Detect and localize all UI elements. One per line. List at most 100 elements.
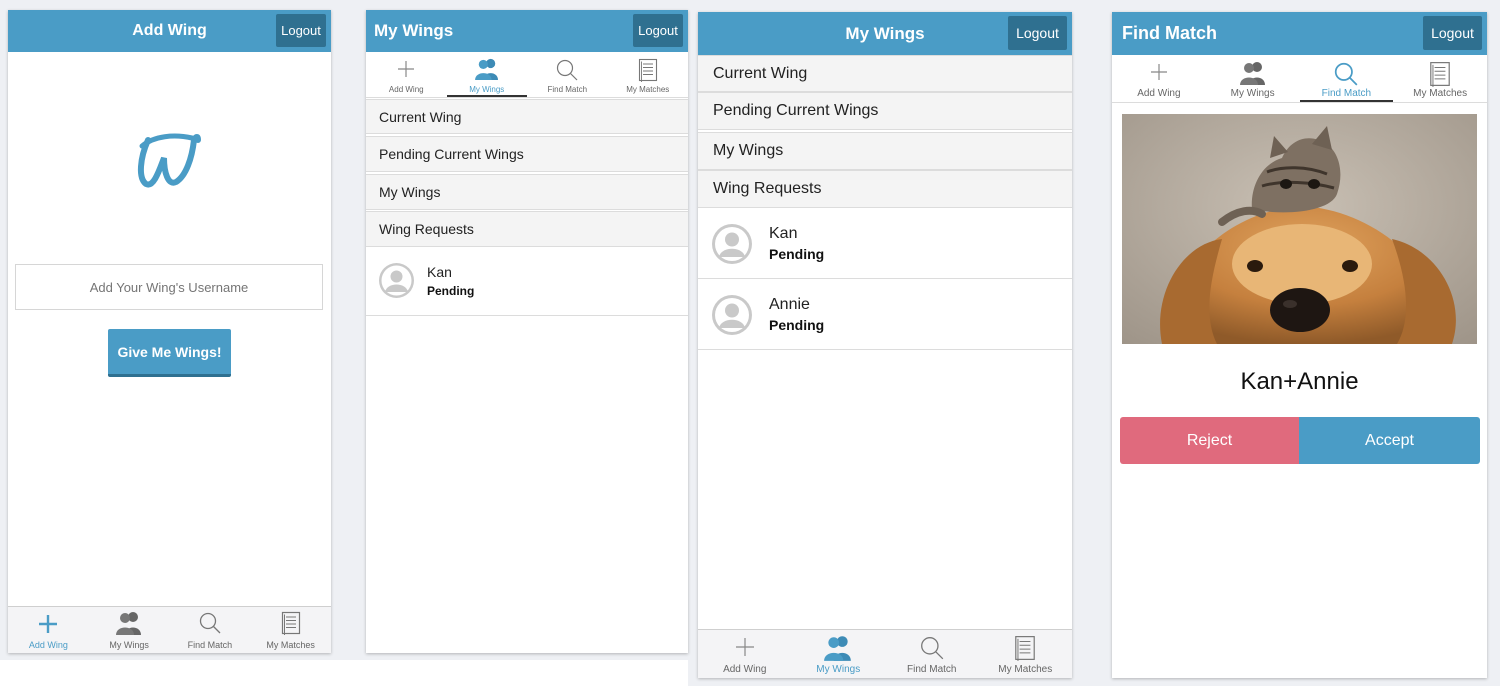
tab-find-match[interactable]: Find Match bbox=[1299, 55, 1394, 102]
plus-icon bbox=[398, 61, 415, 77]
wing-name: Kan bbox=[427, 264, 452, 280]
tab-my-matches[interactable]: My Matches bbox=[608, 52, 689, 97]
section-wing-requests[interactable]: Wing Requests bbox=[366, 211, 688, 247]
tab-label: My Wings bbox=[816, 664, 861, 675]
section-my-wings[interactable]: My Wings bbox=[366, 174, 688, 210]
tab-find-match[interactable]: Find Match bbox=[170, 607, 251, 653]
list-item[interactable]: Kan Pending bbox=[698, 208, 1072, 279]
tab-label: Find Match bbox=[907, 664, 957, 675]
tab-label: Find Match bbox=[1321, 88, 1372, 99]
tab-find-match[interactable]: Find Match bbox=[527, 52, 608, 97]
tab-label: My Wings bbox=[469, 85, 505, 94]
my-wings-screen: My Wings Logout Add Wing My Wings Find M… bbox=[366, 10, 688, 653]
app-header: Find Match Logout bbox=[1112, 12, 1487, 55]
magnifier-icon bbox=[1335, 62, 1358, 86]
tab-label: My Matches bbox=[266, 640, 315, 650]
status-badge: Pending bbox=[427, 284, 475, 298]
tab-label: My Wings bbox=[109, 640, 149, 650]
tab-my-wings[interactable]: My Wings bbox=[1206, 55, 1300, 102]
section-label: Wing Requests bbox=[379, 221, 474, 237]
tab-add-wing[interactable]: Add Wing bbox=[366, 52, 447, 97]
give-me-wings-button[interactable]: Give Me Wings! bbox=[108, 329, 231, 377]
section-label: Current Wing bbox=[379, 108, 462, 125]
section-label: Pending Current Wings bbox=[379, 146, 524, 162]
bottom-tab-bar: Add Wing My Wings Find Match My Matches bbox=[698, 629, 1072, 678]
tab-label: My Wings bbox=[1230, 88, 1275, 99]
logout-button[interactable]: Logout bbox=[1423, 16, 1482, 50]
tab-label: My Matches bbox=[626, 85, 670, 94]
page-title: Find Match bbox=[1122, 23, 1217, 43]
tab-label: Add Wing bbox=[388, 85, 424, 94]
top-tab-bar: Add Wing My Wings Find Match My Matches bbox=[366, 52, 688, 98]
people-icon bbox=[824, 636, 852, 661]
add-wing-screen: Add Wing Logout Give Me Wings! Add Wing … bbox=[8, 10, 331, 653]
logout-button[interactable]: Logout bbox=[1008, 16, 1067, 50]
app-header: My Wings Logout bbox=[366, 10, 688, 52]
list-item[interactable]: Kan Pending bbox=[366, 247, 688, 316]
tab-my-wings[interactable]: My Wings bbox=[89, 607, 170, 653]
tab-my-wings[interactable]: My Wings bbox=[446, 52, 527, 97]
app-header: My Wings Logout bbox=[698, 12, 1072, 55]
section-label: Pending Current Wings bbox=[713, 102, 879, 119]
logout-button[interactable]: Logout bbox=[633, 14, 683, 47]
section-current-wing[interactable]: Current Wing bbox=[366, 99, 688, 134]
bottom-tab-bar: Add Wing My Wings Find Match My Matches bbox=[8, 606, 331, 653]
section-pending-current-wings[interactable]: Pending Current Wings bbox=[366, 136, 688, 172]
username-input[interactable] bbox=[15, 264, 323, 310]
document-icon bbox=[281, 611, 300, 635]
section-current-wing[interactable]: Current Wing bbox=[698, 55, 1072, 92]
tab-add-wing[interactable]: Add Wing bbox=[8, 607, 89, 653]
section-label: Current Wing bbox=[713, 64, 808, 82]
plus-icon bbox=[735, 638, 754, 656]
avatar bbox=[379, 263, 414, 298]
plus-icon bbox=[1150, 64, 1167, 80]
accept-button[interactable]: Accept bbox=[1299, 417, 1480, 464]
people-icon bbox=[1239, 62, 1265, 85]
match-photo bbox=[1122, 114, 1477, 344]
section-my-wings[interactable]: My Wings bbox=[698, 132, 1072, 170]
document-icon bbox=[638, 58, 657, 82]
tab-label: Add Wing bbox=[28, 640, 68, 650]
section-label: My Wings bbox=[713, 142, 784, 159]
tab-label: Add Wing bbox=[723, 664, 767, 675]
tab-add-wing[interactable]: Add Wing bbox=[1112, 55, 1206, 102]
tab-label: My Matches bbox=[1413, 88, 1468, 99]
tab-add-wing[interactable]: Add Wing bbox=[698, 630, 792, 678]
find-match-screen: Find Match Logout Add Wing My Wings Find… bbox=[1112, 12, 1487, 678]
avatar bbox=[712, 224, 752, 264]
section-label: My Wings bbox=[379, 184, 441, 200]
section-pending-current-wings[interactable]: Pending Current Wings bbox=[698, 92, 1072, 130]
status-badge: Pending bbox=[769, 246, 825, 262]
section-wing-requests[interactable]: Wing Requests bbox=[698, 170, 1072, 208]
wing-name: Annie bbox=[769, 296, 810, 313]
background-strip bbox=[0, 660, 688, 686]
status-badge: Pending bbox=[769, 317, 825, 333]
logout-button[interactable]: Logout bbox=[276, 14, 326, 47]
tab-my-matches[interactable]: My Matches bbox=[250, 607, 331, 653]
document-icon bbox=[1015, 636, 1036, 661]
tab-my-wings[interactable]: My Wings bbox=[792, 630, 886, 678]
tab-find-match[interactable]: Find Match bbox=[885, 630, 979, 678]
page-title: My Wings bbox=[374, 21, 454, 40]
plus-icon bbox=[39, 615, 58, 633]
reject-button[interactable]: Reject bbox=[1120, 417, 1299, 464]
tab-label: Find Match bbox=[547, 85, 588, 94]
my-wings-screen-expanded: My Wings Logout Current Wing Pending Cur… bbox=[698, 12, 1072, 678]
tab-my-matches[interactable]: My Matches bbox=[979, 630, 1073, 678]
avatar bbox=[712, 295, 752, 335]
tab-my-matches[interactable]: My Matches bbox=[1393, 55, 1487, 102]
app-header: Add Wing Logout bbox=[8, 10, 331, 52]
document-icon bbox=[1430, 62, 1450, 87]
active-tab-underline bbox=[446, 95, 527, 97]
section-label: Wing Requests bbox=[713, 180, 822, 197]
magnifier-icon bbox=[557, 59, 578, 81]
list-item[interactable]: Annie Pending bbox=[698, 279, 1072, 350]
top-tab-bar: Add Wing My Wings Find Match My Matches bbox=[1112, 55, 1487, 103]
magnifier-icon bbox=[920, 637, 944, 660]
people-icon bbox=[474, 58, 498, 80]
people-icon bbox=[116, 612, 142, 635]
wing-name: Kan bbox=[769, 225, 798, 242]
tab-label: Find Match bbox=[187, 640, 233, 650]
magnifier-icon bbox=[199, 612, 221, 634]
tab-label: My Matches bbox=[998, 664, 1053, 675]
